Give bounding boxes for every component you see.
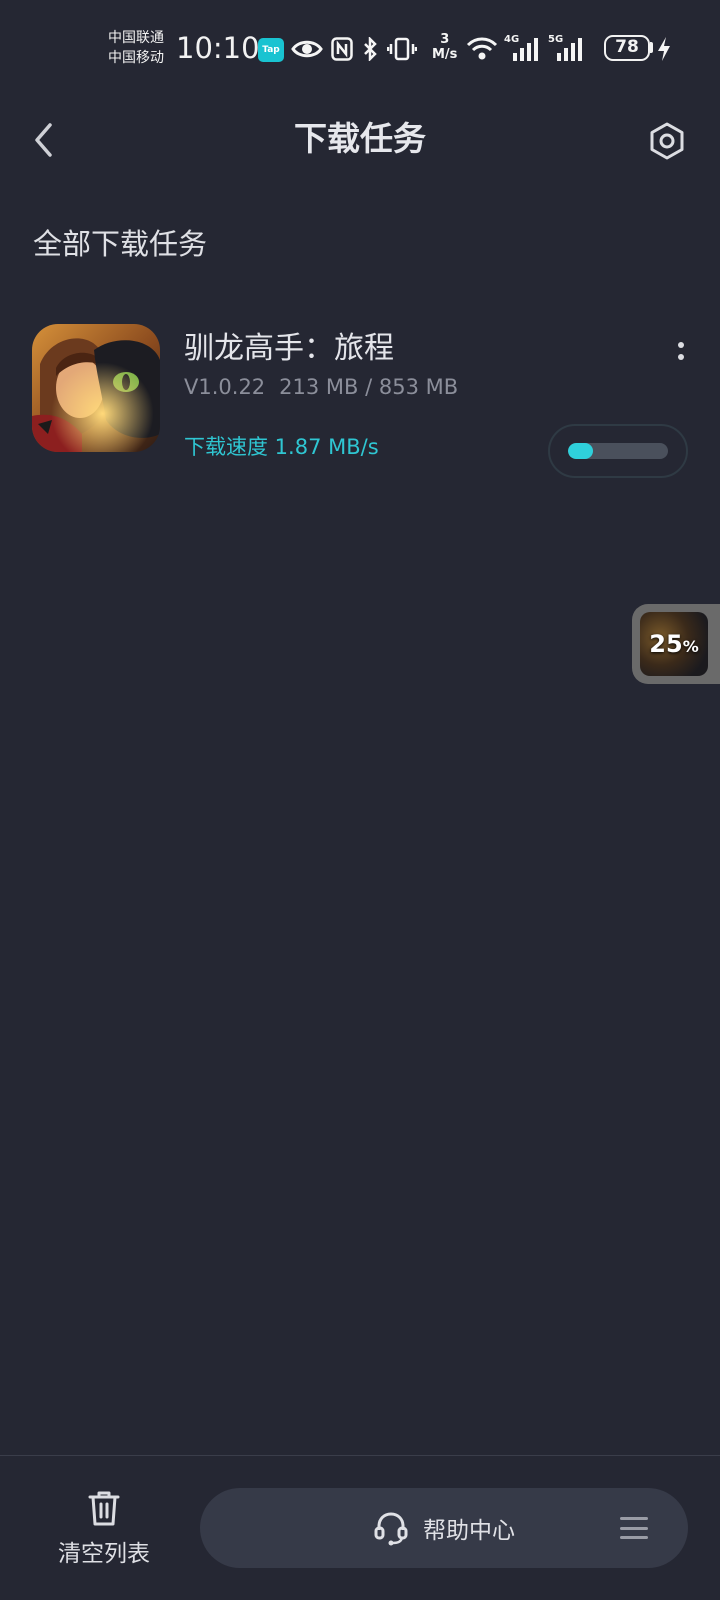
settings-button[interactable]: [644, 118, 690, 164]
charging-icon: [656, 32, 672, 66]
eye-icon: [290, 32, 324, 66]
task-version: V1.0.22: [184, 375, 266, 399]
signal-icon-2: [554, 32, 584, 66]
bottom-divider: [0, 1455, 720, 1456]
download-task-item[interactable]: 驯龙高手：旅程 V1.0.22 213 MB / 853 MB 下载速度 1.87…: [0, 310, 720, 478]
section-title: 全部下载任务: [33, 227, 208, 261]
progress-fill: [568, 443, 593, 459]
download-progress-button[interactable]: [548, 424, 688, 478]
wifi-icon: [466, 32, 498, 66]
status-bar: 中国联通 中国移动 10:10 Tap 3 M/s 4G 5G 78: [0, 0, 720, 96]
bluetooth-icon: [360, 32, 380, 66]
status-clock: 10:10: [176, 31, 260, 65]
more-options-button[interactable]: [662, 332, 700, 370]
floating-download-widget[interactable]: 25%: [632, 604, 720, 684]
battery-indicator: 78: [604, 35, 650, 61]
tap-app-icon: Tap: [258, 38, 284, 62]
carrier-info: 中国联通 中国移动: [108, 28, 164, 68]
task-app-name: 驯龙高手：旅程: [184, 331, 394, 366]
carrier-1: 中国联通: [108, 30, 164, 46]
vibrate-icon: [386, 32, 418, 66]
more-dot-icon: [678, 354, 684, 360]
more-dot-icon: [678, 342, 684, 348]
game-app-icon[interactable]: [32, 324, 160, 452]
floating-game-thumbnail: 25%: [640, 612, 708, 676]
menu-icon: [620, 1514, 648, 1542]
settings-hexagon-icon: [650, 122, 684, 160]
carrier-2: 中国移动: [108, 50, 164, 66]
clear-list-label: 清空列表: [58, 1541, 150, 1567]
trash-icon: [88, 1491, 120, 1526]
task-meta: V1.0.22 213 MB / 853 MB: [184, 372, 458, 402]
headset-icon: [374, 1512, 408, 1546]
page-title: 下载任务: [294, 119, 426, 158]
nfc-icon: [330, 32, 354, 66]
signal-icon: [510, 32, 540, 66]
progress-track: [568, 443, 668, 459]
help-center-label: 帮助中心: [423, 1518, 515, 1544]
battery-tip: [650, 42, 653, 53]
floating-progress-percent: 25%: [649, 630, 699, 658]
clear-list-button[interactable]: 清空列表: [40, 1488, 168, 1578]
task-size: 213 MB / 853 MB: [279, 375, 459, 399]
help-center-button[interactable]: 帮助中心: [200, 1488, 688, 1568]
task-download-speed: 下载速度 1.87 MB/s: [184, 435, 379, 459]
network-speed: 3 M/s: [432, 32, 458, 62]
